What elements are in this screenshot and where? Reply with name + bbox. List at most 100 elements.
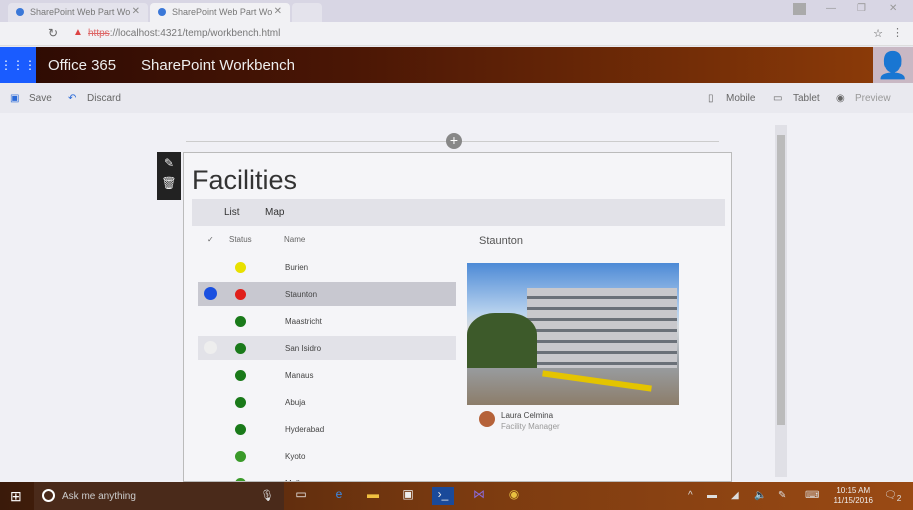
status-dot <box>235 397 246 408</box>
add-webpart-plus-icon[interactable]: + <box>446 133 462 149</box>
show-hidden-icons[interactable]: ^ <box>688 490 693 501</box>
network-icon[interactable]: ◢ <box>731 490 739 501</box>
status-dot <box>235 424 246 435</box>
windows-taskbar: ⊞ Ask me anything 🎙 ▭ e ▬ ▣ ›_ ⋈ ◉ ^ ▬ ◢… <box>0 482 913 510</box>
vertical-scrollbar[interactable] <box>775 125 787 477</box>
undo-icon: ↶ <box>68 93 77 104</box>
url-input[interactable]: https://localhost:4321/temp/workbench.ht… <box>88 28 280 39</box>
close-tab-icon[interactable]: ✕ <box>132 6 140 17</box>
microphone-icon[interactable]: 🎙 <box>260 489 274 502</box>
facility-name: San Isidro <box>285 344 322 353</box>
scrollbar-thumb[interactable] <box>777 135 785 425</box>
column-header-status[interactable]: Status <box>229 235 252 244</box>
bookmark-star-icon[interactable]: ☆ <box>873 27 883 40</box>
pivot-list[interactable]: List <box>224 207 240 218</box>
building-image <box>527 288 677 368</box>
facility-name: Staunton <box>285 290 318 299</box>
sharepoint-favicon-icon <box>16 8 24 16</box>
sharepoint-favicon-icon <box>158 8 166 16</box>
pivot-map[interactable]: Map <box>265 207 284 218</box>
discard-button[interactable]: Discard <box>87 93 121 104</box>
browser-tab-active[interactable]: SharePoint Web Part Wo ✕ <box>150 3 290 22</box>
table-row[interactable]: Abuja <box>198 390 456 414</box>
minimize-button[interactable]: — <box>826 3 836 14</box>
pen-icon[interactable]: ✎ <box>778 490 786 501</box>
row-checkbox[interactable] <box>204 314 217 327</box>
row-checkbox[interactable] <box>204 449 217 462</box>
table-row[interactable]: Staunton <box>198 282 456 306</box>
column-header-name[interactable]: Name <box>284 235 305 244</box>
status-dot <box>235 262 246 273</box>
status-dot <box>235 370 246 381</box>
row-checkbox[interactable] <box>204 341 217 354</box>
mobile-button[interactable]: Mobile <box>726 93 755 104</box>
store-icon[interactable]: ▣ <box>397 487 419 505</box>
webpart-toolbar: ✎ 🗑 <box>157 152 181 200</box>
select-all-checkbox[interactable]: ✓ <box>207 235 214 244</box>
facility-name: Abuja <box>285 398 306 407</box>
table-row[interactable]: Burien <box>198 255 456 279</box>
warning-icon[interactable]: ▲ <box>73 27 83 38</box>
volume-icon[interactable]: 🔈 <box>754 490 766 501</box>
edge-icon[interactable]: e <box>328 487 350 505</box>
mobile-icon: ▯ <box>708 93 714 104</box>
office365-brand[interactable]: Office 365 <box>48 57 116 74</box>
row-checkbox[interactable] <box>204 422 217 435</box>
edit-pencil-icon[interactable]: ✎ <box>157 156 181 170</box>
browser-tab[interactable]: SharePoint Web Part Wo ✕ <box>8 3 148 22</box>
profile-icon[interactable] <box>793 3 806 15</box>
cortana-icon <box>42 489 55 502</box>
status-dot <box>235 289 246 300</box>
facilities-webpart: Facilities List Map ✓ Status Name Burien… <box>183 152 732 482</box>
save-icon: ▣ <box>10 93 20 104</box>
command-bar: ▣ Save ↶ Discard ▯ Mobile ▭ Tablet ◉ Pre… <box>0 83 913 113</box>
preview-button[interactable]: Preview <box>855 93 891 104</box>
site-title: SharePoint Workbench <box>141 57 295 74</box>
preview-eye-icon: ◉ <box>836 93 845 104</box>
close-window-button[interactable]: ✕ <box>889 3 897 14</box>
reload-icon[interactable]: ↻ <box>48 26 58 40</box>
webpart-title: Facilities <box>192 165 298 195</box>
delete-trash-icon[interactable]: 🗑 <box>157 176 181 190</box>
persona-avatar <box>479 411 495 427</box>
row-checkbox[interactable] <box>204 260 217 273</box>
cortana-search[interactable]: Ask me anything 🎙 <box>34 482 284 510</box>
battery-icon[interactable]: ▬ <box>707 490 717 501</box>
chrome-icon[interactable]: ◉ <box>503 487 525 505</box>
table-row[interactable]: Manaus <box>198 363 456 387</box>
facility-photo <box>467 263 679 405</box>
row-checkbox[interactable] <box>204 287 217 300</box>
powershell-icon[interactable]: ›_ <box>432 487 454 505</box>
clock[interactable]: 10:15 AM 11/15/2016 <box>834 486 873 506</box>
action-center-icon[interactable]: 🗨2 <box>884 490 901 503</box>
file-explorer-icon[interactable]: ▬ <box>362 487 384 505</box>
app-launcher-icon[interactable]: ⋮⋮⋮ <box>0 47 36 83</box>
table-row[interactable]: Melbourne <box>198 471 456 481</box>
facility-name: Hyderabad <box>285 425 325 434</box>
user-avatar[interactable]: 👤 <box>873 47 913 83</box>
keyboard-icon[interactable]: ⌨ <box>805 490 819 501</box>
windows-start-icon[interactable]: ⊞ <box>10 488 22 505</box>
close-tab-icon[interactable]: ✕ <box>274 6 282 17</box>
browser-tabstrip: SharePoint Web Part Wo ✕ SharePoint Web P… <box>0 0 913 22</box>
table-row[interactable]: Maastricht <box>198 309 456 333</box>
detail-title: Staunton <box>479 235 524 247</box>
visual-studio-code-icon[interactable]: ⋈ <box>468 487 490 505</box>
table-row[interactable]: Kyoto <box>198 444 456 468</box>
status-dot <box>235 343 246 354</box>
row-checkbox[interactable] <box>204 395 217 408</box>
restore-button[interactable]: ❐ <box>857 3 866 14</box>
new-tab-button[interactable] <box>292 3 322 22</box>
persona-role: Facility Manager <box>501 422 560 431</box>
save-button[interactable]: Save <box>29 93 52 104</box>
facility-name: Burien <box>285 263 309 272</box>
table-row[interactable]: San Isidro <box>198 336 456 360</box>
tablet-button[interactable]: Tablet <box>793 93 820 104</box>
browser-menu-icon[interactable]: ⋮ <box>892 26 903 39</box>
pivot-bar: List Map <box>192 199 725 226</box>
task-view-icon[interactable]: ▭ <box>290 487 312 505</box>
row-checkbox[interactable] <box>204 368 217 381</box>
curb-image <box>542 370 652 392</box>
facility-name: Manaus <box>285 371 314 380</box>
table-row[interactable]: Hyderabad <box>198 417 456 441</box>
